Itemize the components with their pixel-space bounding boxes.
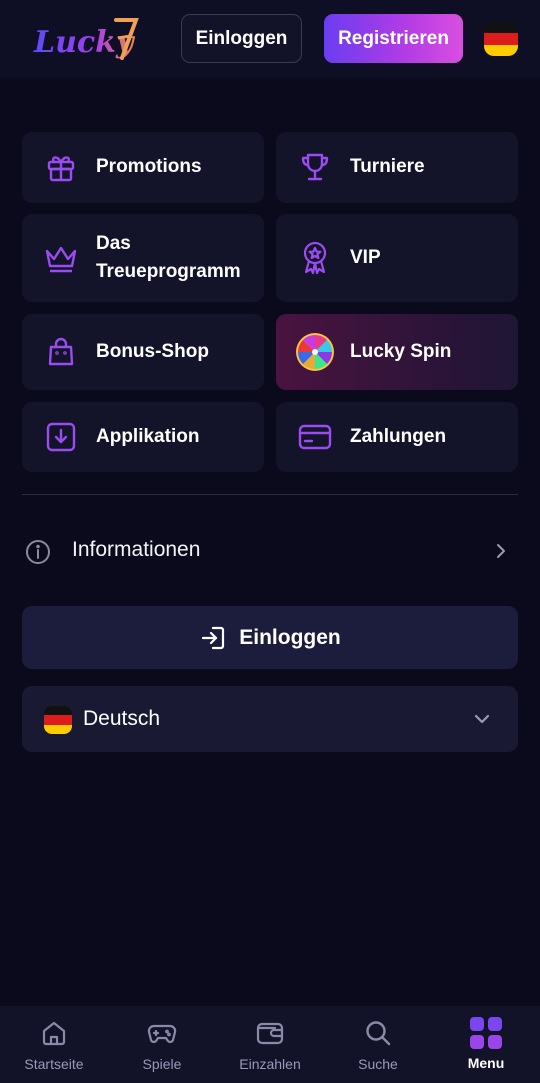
menu-item-label: VIP bbox=[350, 247, 381, 268]
top-header: Lucky Einloggen Registrieren bbox=[0, 0, 540, 78]
nav-einzahlen[interactable]: Einzahlen bbox=[216, 1006, 324, 1083]
crown-icon bbox=[44, 241, 78, 275]
menu-item-vip[interactable]: VIP bbox=[276, 214, 518, 302]
wheel-icon bbox=[294, 331, 336, 373]
header-login-button[interactable]: Einloggen bbox=[181, 14, 302, 63]
bottom-navigation: Startseite Spiele Einzahlen Suche Menu bbox=[0, 1006, 540, 1083]
chevron-down-icon bbox=[474, 712, 490, 724]
shopping-bag-icon bbox=[44, 335, 78, 369]
menu-item-lucky-spin[interactable]: Lucky Spin bbox=[276, 314, 518, 390]
menu-item-label: Lucky Spin bbox=[350, 341, 452, 362]
nav-label: Menu bbox=[467, 1055, 505, 1071]
menu-item-label: Das Treueprogramm bbox=[96, 233, 241, 282]
germany-flag-icon bbox=[44, 706, 72, 734]
language-label: Deutsch bbox=[83, 707, 161, 730]
info-icon bbox=[25, 539, 51, 565]
menu-item-applikation[interactable]: Applikation bbox=[22, 402, 264, 472]
wallet-icon bbox=[255, 1018, 285, 1048]
gift-icon bbox=[44, 150, 78, 184]
gamepad-icon bbox=[147, 1018, 177, 1048]
nav-label: Spiele bbox=[142, 1056, 182, 1072]
menu-item-label: Bonus-Shop bbox=[96, 341, 209, 362]
menu-item-turniere[interactable]: Turniere bbox=[276, 132, 518, 203]
login-icon bbox=[199, 624, 227, 652]
download-icon bbox=[44, 420, 78, 454]
svg-text:Lucky: Lucky bbox=[33, 25, 136, 60]
menu-item-label: Zahlungen bbox=[350, 426, 447, 447]
nav-menu[interactable]: Menu bbox=[432, 1006, 540, 1083]
chevron-right-icon bbox=[494, 543, 508, 559]
menu-item-label: Applikation bbox=[96, 426, 200, 447]
language-selector[interactable]: Deutsch bbox=[22, 686, 518, 752]
menu-item-treueprogramm[interactable]: Das Treueprogramm bbox=[22, 214, 264, 302]
lucky7-logo[interactable]: Lucky bbox=[30, 14, 142, 64]
nav-label: Einzahlen bbox=[239, 1056, 301, 1072]
informationen-row[interactable]: Informationen bbox=[22, 528, 518, 574]
home-icon bbox=[39, 1018, 69, 1048]
vip-badge-icon bbox=[298, 240, 332, 275]
nav-label: Suche bbox=[358, 1056, 398, 1072]
login-button[interactable]: Einloggen bbox=[22, 606, 518, 669]
trophy-icon bbox=[298, 150, 332, 184]
login-button-label: Einloggen bbox=[239, 625, 341, 649]
divider bbox=[22, 494, 518, 495]
menu-item-label: Turniere bbox=[350, 156, 425, 177]
germany-flag-icon[interactable] bbox=[484, 22, 518, 56]
menu-item-bonus-shop[interactable]: Bonus-Shop bbox=[22, 314, 264, 390]
menu-item-label: Promotions bbox=[96, 156, 202, 177]
credit-card-icon bbox=[298, 420, 332, 454]
menu-item-zahlungen[interactable]: Zahlungen bbox=[276, 402, 518, 472]
informationen-label: Informationen bbox=[72, 538, 201, 561]
nav-label: Startseite bbox=[24, 1056, 84, 1072]
nav-suche[interactable]: Suche bbox=[324, 1006, 432, 1083]
menu-item-promotions[interactable]: Promotions bbox=[22, 132, 264, 203]
search-icon bbox=[363, 1018, 393, 1048]
menu-grid-icon bbox=[469, 1016, 503, 1050]
nav-spiele[interactable]: Spiele bbox=[108, 1006, 216, 1083]
register-button[interactable]: Registrieren bbox=[324, 14, 463, 63]
nav-startseite[interactable]: Startseite bbox=[0, 1006, 108, 1083]
